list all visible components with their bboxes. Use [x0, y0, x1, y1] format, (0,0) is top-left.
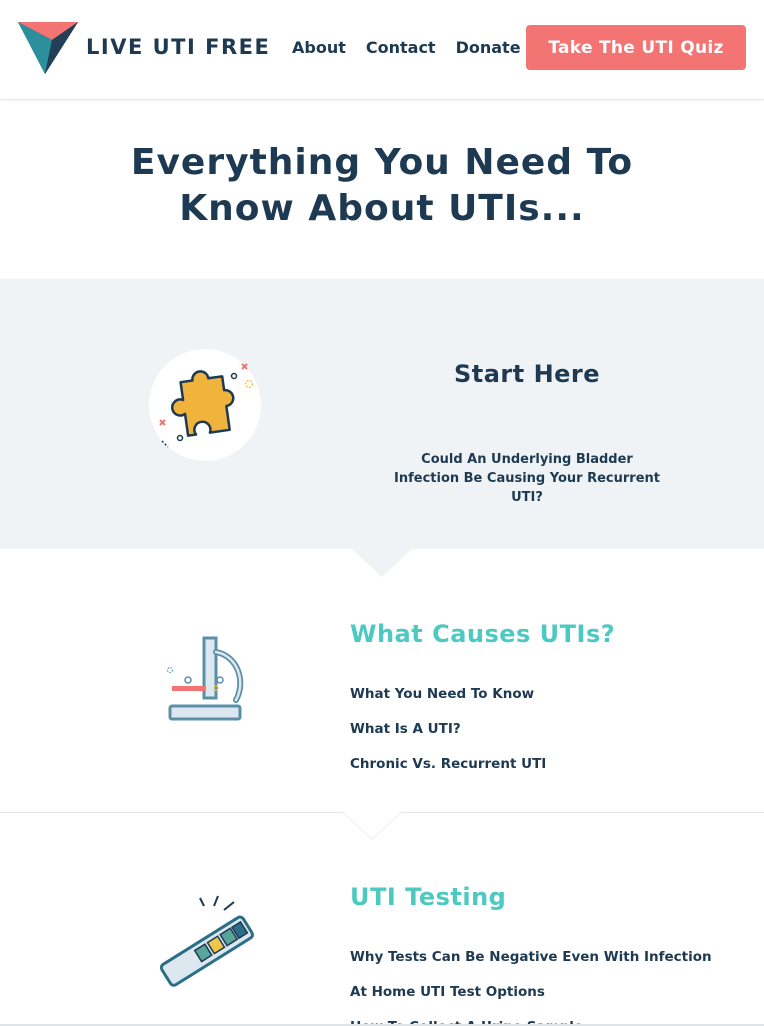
logo-text: LIVE UTI FREE	[86, 35, 271, 59]
nav-donate[interactable]: Donate	[456, 38, 521, 57]
section-links-causes: What You Need To Know What Is A UTI? Chr…	[350, 685, 546, 790]
test-strip-icon	[159, 895, 254, 987]
link-chronic-vs-recurrent[interactable]: Chronic Vs. Recurrent UTI	[350, 755, 546, 790]
section-title-causes: What Causes UTIs?	[350, 620, 616, 648]
microscope-icon	[166, 636, 244, 721]
link-tests-negative[interactable]: Why Tests Can Be Negative Even With Infe…	[350, 948, 712, 983]
start-here-title: Start Here	[453, 360, 601, 388]
link-what-you-need-to-know[interactable]: What You Need To Know	[350, 685, 546, 720]
site-logo[interactable]: LIVE UTI FREE	[18, 20, 270, 74]
divider-notch-fill	[343, 812, 401, 839]
link-what-is-a-uti[interactable]: What Is A UTI?	[350, 720, 546, 755]
main-nav: About Contact Donate	[282, 38, 531, 57]
section-title-testing: UTI Testing	[350, 883, 507, 911]
site-header: LIVE UTI FREE About Contact Donate Take …	[0, 0, 764, 100]
take-quiz-button[interactable]: Take The UTI Quiz	[526, 25, 746, 70]
link-at-home-tests[interactable]: At Home UTI Test Options	[350, 983, 712, 1018]
start-here-link[interactable]: Could An Underlying Bladder Infection Be…	[394, 450, 660, 507]
nav-contact[interactable]: Contact	[366, 38, 436, 57]
section-links-testing: Why Tests Can Be Negative Even With Infe…	[350, 948, 712, 1026]
start-here-band	[0, 279, 764, 549]
hero: Everything You Need To Know About UTIs..…	[0, 140, 764, 232]
band-notch	[352, 549, 412, 577]
logo-triangle-icon	[18, 22, 78, 74]
nav-about[interactable]: About	[292, 38, 346, 57]
page-title: Everything You Need To Know About UTIs..…	[130, 142, 634, 229]
puzzle-piece-icon	[149, 349, 261, 461]
